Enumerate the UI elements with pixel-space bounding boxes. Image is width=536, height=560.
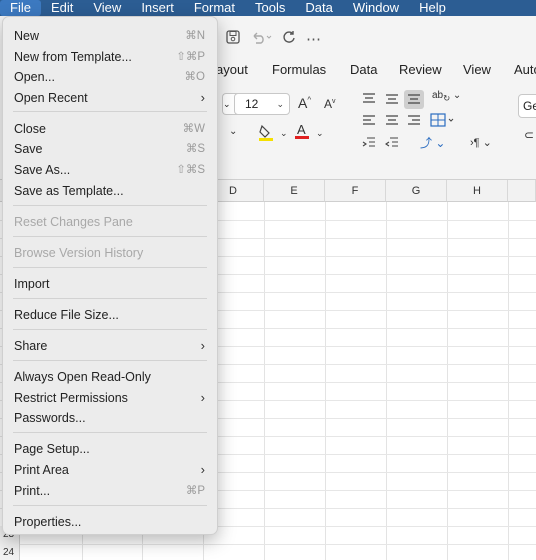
font-size-dropdown[interactable]: 12 ⌄ xyxy=(234,93,290,115)
menu-separator xyxy=(13,205,207,206)
menu-separator xyxy=(13,505,207,506)
font-color-icon[interactable]: A xyxy=(294,122,310,143)
shortcut-label: ⇧⌘P xyxy=(176,51,205,63)
wrap-text-icon[interactable]: ⤴ ⌄ xyxy=(420,134,445,151)
menu-separator xyxy=(13,298,207,299)
menu-separator xyxy=(13,360,207,361)
merge-icon[interactable] xyxy=(430,112,456,131)
menu-insert[interactable]: Insert xyxy=(131,0,184,16)
menu-help[interactable]: Help xyxy=(409,0,456,16)
menu-item-share[interactable]: Share › xyxy=(3,336,217,356)
shortcut-label: ⌘W xyxy=(182,123,205,135)
shrink-font-icon[interactable]: Av xyxy=(324,97,336,111)
paragraph-icon[interactable]: ›¶ ⌄ xyxy=(470,136,492,149)
menu-file[interactable]: File xyxy=(0,0,41,16)
format-icon[interactable]: ⊂ xyxy=(524,128,534,142)
menu-item-print-area[interactable]: Print Area › xyxy=(3,460,217,480)
menu-item-always-open-read-only[interactable]: Always Open Read-Only xyxy=(3,367,217,387)
orientation-icon[interactable]: ab↻ ⌄ xyxy=(432,90,461,103)
menu-separator xyxy=(13,267,207,268)
shortcut-label: ⌘O xyxy=(184,71,205,83)
column-header[interactable] xyxy=(508,180,536,202)
indent-increase-icon[interactable] xyxy=(385,136,399,153)
column-header-h[interactable]: H xyxy=(447,180,508,202)
row-header-24[interactable]: 24 xyxy=(0,544,20,560)
align-center-icon[interactable] xyxy=(385,114,399,131)
more-icon[interactable]: ⋯ xyxy=(306,30,321,48)
column-header-f[interactable]: F xyxy=(325,180,386,202)
menu-separator xyxy=(13,236,207,237)
file-menu-dropdown: New ⌘N New from Template... ⇧⌘P Open... … xyxy=(2,16,218,535)
menu-data[interactable]: Data xyxy=(295,0,342,16)
tab-formulas[interactable]: Formulas xyxy=(272,62,326,77)
menu-item-save[interactable]: Save ⌘S xyxy=(3,139,217,159)
align-right-icon[interactable] xyxy=(407,114,421,131)
align-top-icon[interactable] xyxy=(362,92,376,109)
chevron-right-icon: › xyxy=(200,390,205,405)
shortcut-label: ⌘P xyxy=(185,485,205,497)
menu-item-import[interactable]: Import xyxy=(3,274,217,294)
save-icon[interactable] xyxy=(226,30,240,48)
chevron-right-icon: › xyxy=(200,338,205,353)
svg-text:A: A xyxy=(297,122,306,137)
menu-item-properties[interactable]: Properties... xyxy=(3,512,217,532)
menu-bar: File Edit View Insert Format Tools Data … xyxy=(0,0,536,16)
menu-item-print[interactable]: Print... ⌘P xyxy=(3,481,217,501)
align-left-icon[interactable] xyxy=(362,114,376,131)
tab-review[interactable]: Review xyxy=(399,62,442,77)
menu-separator xyxy=(13,111,207,112)
menu-item-new[interactable]: New ⌘N xyxy=(3,26,217,46)
indent-decrease-icon[interactable] xyxy=(362,136,376,153)
menu-separator xyxy=(13,432,207,433)
menu-item-save-as[interactable]: Save As... ⇧⌘S xyxy=(3,160,217,180)
chevron-right-icon: › xyxy=(200,462,205,477)
chevron-down-icon[interactable]: ⌄ xyxy=(229,126,237,137)
menu-item-restrict-permissions[interactable]: Restrict Permissions › xyxy=(3,388,217,408)
chevron-down-icon[interactable]: ⌄ xyxy=(316,128,324,139)
menu-item-open[interactable]: Open... ⌘O xyxy=(3,67,217,87)
redo-icon[interactable] xyxy=(282,30,296,48)
menu-tools[interactable]: Tools xyxy=(245,0,295,16)
menu-item-passwords[interactable]: Passwords... xyxy=(3,408,217,428)
menu-separator xyxy=(13,329,207,330)
undo-icon[interactable] xyxy=(250,30,272,48)
tab-layout[interactable]: ayout xyxy=(216,62,248,77)
menu-item-open-recent[interactable]: Open Recent › xyxy=(3,88,217,108)
menu-item-reduce-file-size[interactable]: Reduce File Size... xyxy=(3,305,217,325)
tab-automate[interactable]: Auto xyxy=(514,62,536,77)
chevron-down-icon[interactable]: ⌄ xyxy=(280,128,288,139)
column-header-e[interactable]: E xyxy=(264,180,325,202)
column-header-g[interactable]: G xyxy=(386,180,447,202)
menu-item-close[interactable]: Close ⌘W xyxy=(3,119,217,139)
shortcut-label: ⌘N xyxy=(185,30,205,42)
grow-font-icon[interactable]: A^ xyxy=(298,95,311,111)
quick-access-toolbar: ⋯ xyxy=(226,30,321,48)
menu-view[interactable]: View xyxy=(83,0,131,16)
tab-data[interactable]: Data xyxy=(350,62,377,77)
fill-color-icon[interactable] xyxy=(258,124,274,145)
chevron-down-icon: ⌄ xyxy=(276,99,284,109)
menu-format[interactable]: Format xyxy=(184,0,245,16)
menu-item-reset-changes-pane: Reset Changes Pane xyxy=(14,215,133,229)
align-bottom-icon[interactable] xyxy=(404,90,424,109)
menu-item-new-from-template[interactable]: New from Template... ⇧⌘P xyxy=(3,47,217,67)
shortcut-label: ⌘S xyxy=(185,143,205,155)
menu-window[interactable]: Window xyxy=(343,0,409,16)
font-size-value: 12 xyxy=(245,97,259,111)
cell-style-box[interactable]: Ge xyxy=(518,94,536,118)
menu-item-browse-version-history: Browse Version History xyxy=(14,246,144,260)
menu-edit[interactable]: Edit xyxy=(41,0,83,16)
grid-line xyxy=(0,544,536,545)
chevron-right-icon: › xyxy=(200,90,205,105)
menu-item-page-setup[interactable]: Page Setup... xyxy=(3,439,217,459)
tab-view[interactable]: View xyxy=(463,62,491,77)
menu-item-save-as-template[interactable]: Save as Template... xyxy=(3,181,217,201)
shortcut-label: ⇧⌘S xyxy=(176,164,205,176)
align-middle-icon[interactable] xyxy=(385,92,399,109)
